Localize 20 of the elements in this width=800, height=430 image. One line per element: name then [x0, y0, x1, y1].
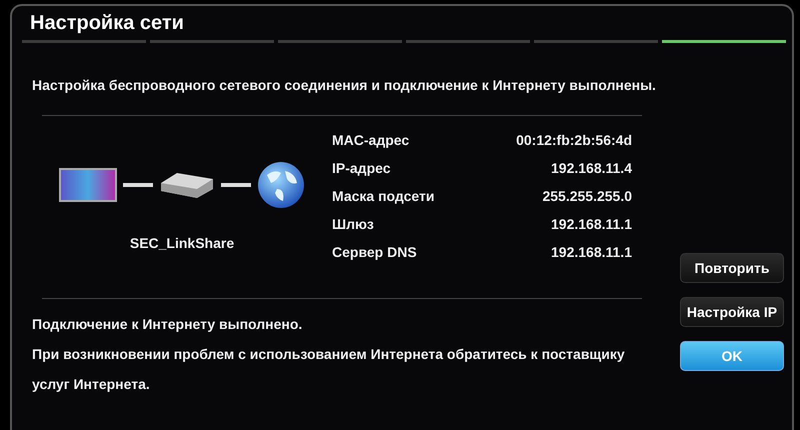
detail-value: 192.168.11.4: [550, 160, 632, 176]
tv-icon: [59, 168, 117, 202]
router-icon: [159, 171, 215, 199]
globe-icon: [257, 161, 305, 209]
detail-value: 00:12:fb:2b:56:4d: [515, 132, 632, 148]
detail-value: 192.168.11.1: [550, 216, 632, 232]
detail-value: 255.255.255.0: [541, 188, 632, 204]
message-text: Настройка беспроводного сетевого соединения и подключение к Интернету выполнены.: [32, 77, 657, 93]
detail-value: 192.168.11.1: [550, 244, 632, 260]
window-title: Настройка сети: [29, 12, 185, 36]
detail-label: Шлюз: [332, 216, 375, 232]
detail-label: IP-адрес: [332, 160, 392, 176]
detail-label: Сервер DNS: [332, 244, 418, 260]
dialog-button[interactable]: Настройка IP: [680, 297, 784, 327]
status-text: При возникновении проблем с использованием Интернета обратитесь к поставщику услуг Интернета.: [32, 345, 626, 394]
status-text: Подключение к Интернету выполнено.: [32, 315, 304, 334]
detail-label: MAC-адрес: [332, 132, 410, 148]
dialog-button[interactable]: Повторить: [680, 253, 784, 283]
network-name: SEC_LinkShare: [130, 235, 234, 251]
detail-label: Маска подсети: [332, 188, 436, 204]
